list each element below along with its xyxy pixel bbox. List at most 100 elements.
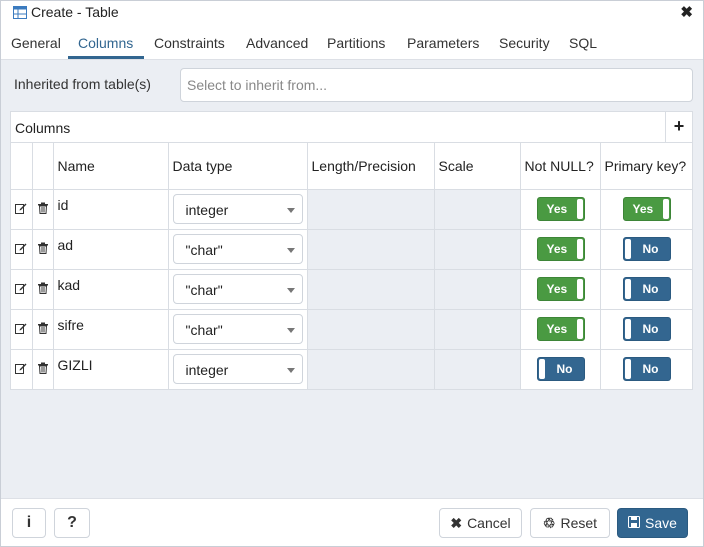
primary-key-toggle[interactable]: No [622, 317, 671, 341]
save-icon [628, 515, 641, 531]
length-precision-cell[interactable] [307, 269, 435, 310]
length-precision-cell[interactable] [307, 309, 435, 350]
info-button[interactable]: i [12, 508, 46, 538]
scale-cell[interactable] [434, 229, 521, 270]
data-type-select[interactable]: "char" [172, 274, 303, 304]
tab-advanced[interactable]: Advanced [246, 35, 308, 51]
edit-icon[interactable] [15, 201, 27, 214]
data-type-select[interactable]: integer [172, 354, 303, 384]
active-tab-indicator [68, 56, 144, 59]
not-null-toggle[interactable]: No [536, 357, 585, 381]
toggle-knob [624, 359, 631, 379]
delete-cell [32, 349, 54, 390]
data-type-value: "char" [185, 242, 223, 258]
length-precision-cell[interactable] [307, 229, 435, 270]
toggle-knob [624, 279, 631, 299]
scale-cell[interactable] [434, 349, 521, 390]
cancel-label: Cancel [467, 515, 511, 531]
toggle-knob [576, 319, 583, 339]
trash-icon[interactable] [37, 321, 49, 334]
delete-cell [32, 189, 54, 230]
trash-icon[interactable] [37, 201, 49, 214]
length-precision-cell[interactable] [307, 349, 435, 390]
inherit-label: Inherited from table(s) [14, 76, 151, 92]
toggle-knob [576, 199, 583, 219]
scale-cell[interactable] [434, 309, 521, 350]
primary-key-toggle-label: No [642, 242, 659, 256]
table-row: ad "char" Yes No [11, 229, 692, 270]
primary-key-toggle-label: No [642, 282, 659, 296]
inherit-select[interactable]: Select to inherit from... [180, 68, 693, 102]
not-null-cell: No [520, 349, 601, 390]
not-null-cell: Yes [520, 189, 601, 230]
help-icon: ? [67, 514, 77, 531]
trash-icon[interactable] [37, 361, 49, 374]
recycle-icon: ♲ [542, 514, 556, 531]
scale-cell[interactable] [434, 269, 521, 310]
close-icon[interactable]: ✖ [680, 3, 693, 21]
column-name[interactable]: id [53, 189, 169, 230]
trash-icon[interactable] [37, 241, 49, 254]
edit-icon[interactable] [15, 241, 27, 254]
not-null-toggle[interactable]: Yes [536, 197, 585, 221]
primary-key-toggle[interactable]: Yes [622, 197, 671, 221]
tab-parameters[interactable]: Parameters [407, 35, 479, 51]
columns-table: Name Data type Length/Precision Scale No… [11, 143, 692, 390]
primary-key-cell: No [600, 309, 692, 350]
edit-cell [11, 309, 33, 350]
data-type-value: integer [185, 362, 229, 378]
column-name[interactable]: ad [53, 229, 169, 270]
data-type-select[interactable]: "char" [172, 314, 303, 344]
plus-icon: + [673, 116, 685, 136]
help-button[interactable]: ? [54, 508, 90, 538]
edit-icon[interactable] [15, 361, 27, 374]
caret-down-icon [286, 208, 295, 213]
edit-icon[interactable] [15, 321, 27, 334]
tab-partitions[interactable]: Partitions [327, 35, 385, 51]
not-null-toggle[interactable]: Yes [536, 277, 585, 301]
data-type-cell: integer [168, 349, 308, 390]
delete-cell [32, 229, 54, 270]
data-type-select[interactable]: integer [172, 194, 303, 224]
save-button[interactable]: Save [617, 508, 688, 538]
toggle-knob [624, 239, 631, 259]
column-name[interactable]: GIZLI [53, 349, 169, 390]
data-type-value: integer [185, 202, 229, 218]
tab-constraints[interactable]: Constraints [154, 35, 225, 51]
dialog-titlebar: Create - Table ✖ [1, 1, 703, 25]
cancel-button[interactable]: ✖ Cancel [439, 508, 522, 538]
column-name[interactable]: kad [53, 269, 169, 310]
primary-key-cell: Yes [600, 189, 692, 230]
reset-button[interactable]: ♲ Reset [530, 508, 610, 538]
tab-security[interactable]: Security [499, 35, 550, 51]
edit-cell [11, 229, 33, 270]
table-icon [13, 6, 27, 19]
edit-icon[interactable] [15, 281, 27, 294]
data-type-cell: "char" [168, 309, 308, 350]
primary-key-toggle-label: Yes [632, 202, 654, 216]
tab-columns[interactable]: Columns [78, 35, 133, 51]
not-null-toggle[interactable]: Yes [536, 237, 585, 261]
not-null-toggle[interactable]: Yes [536, 317, 585, 341]
column-name[interactable]: sifre [53, 309, 169, 350]
primary-key-toggle[interactable]: No [622, 237, 671, 261]
edit-cell [11, 189, 33, 230]
add-column-button[interactable]: + [665, 112, 692, 142]
caret-down-icon [286, 248, 295, 253]
not-null-cell: Yes [520, 309, 601, 350]
toggle-knob [624, 319, 631, 339]
tab-sql[interactable]: SQL [569, 35, 597, 51]
primary-key-toggle[interactable]: No [622, 357, 671, 381]
tab-general[interactable]: General [11, 35, 61, 51]
not-null-toggle-label: Yes [546, 242, 568, 256]
primary-key-toggle-label: No [642, 362, 659, 376]
columns-table-header-row: Name Data type Length/Precision Scale No… [11, 143, 692, 190]
header-name: Name [53, 143, 169, 190]
trash-icon[interactable] [37, 281, 49, 294]
length-precision-cell[interactable] [307, 189, 435, 230]
create-table-dialog: Create - Table ✖ General Columns Constra… [0, 0, 704, 547]
not-null-toggle-label: Yes [546, 282, 568, 296]
primary-key-toggle[interactable]: No [622, 277, 671, 301]
scale-cell[interactable] [434, 189, 521, 230]
data-type-select[interactable]: "char" [172, 234, 303, 264]
